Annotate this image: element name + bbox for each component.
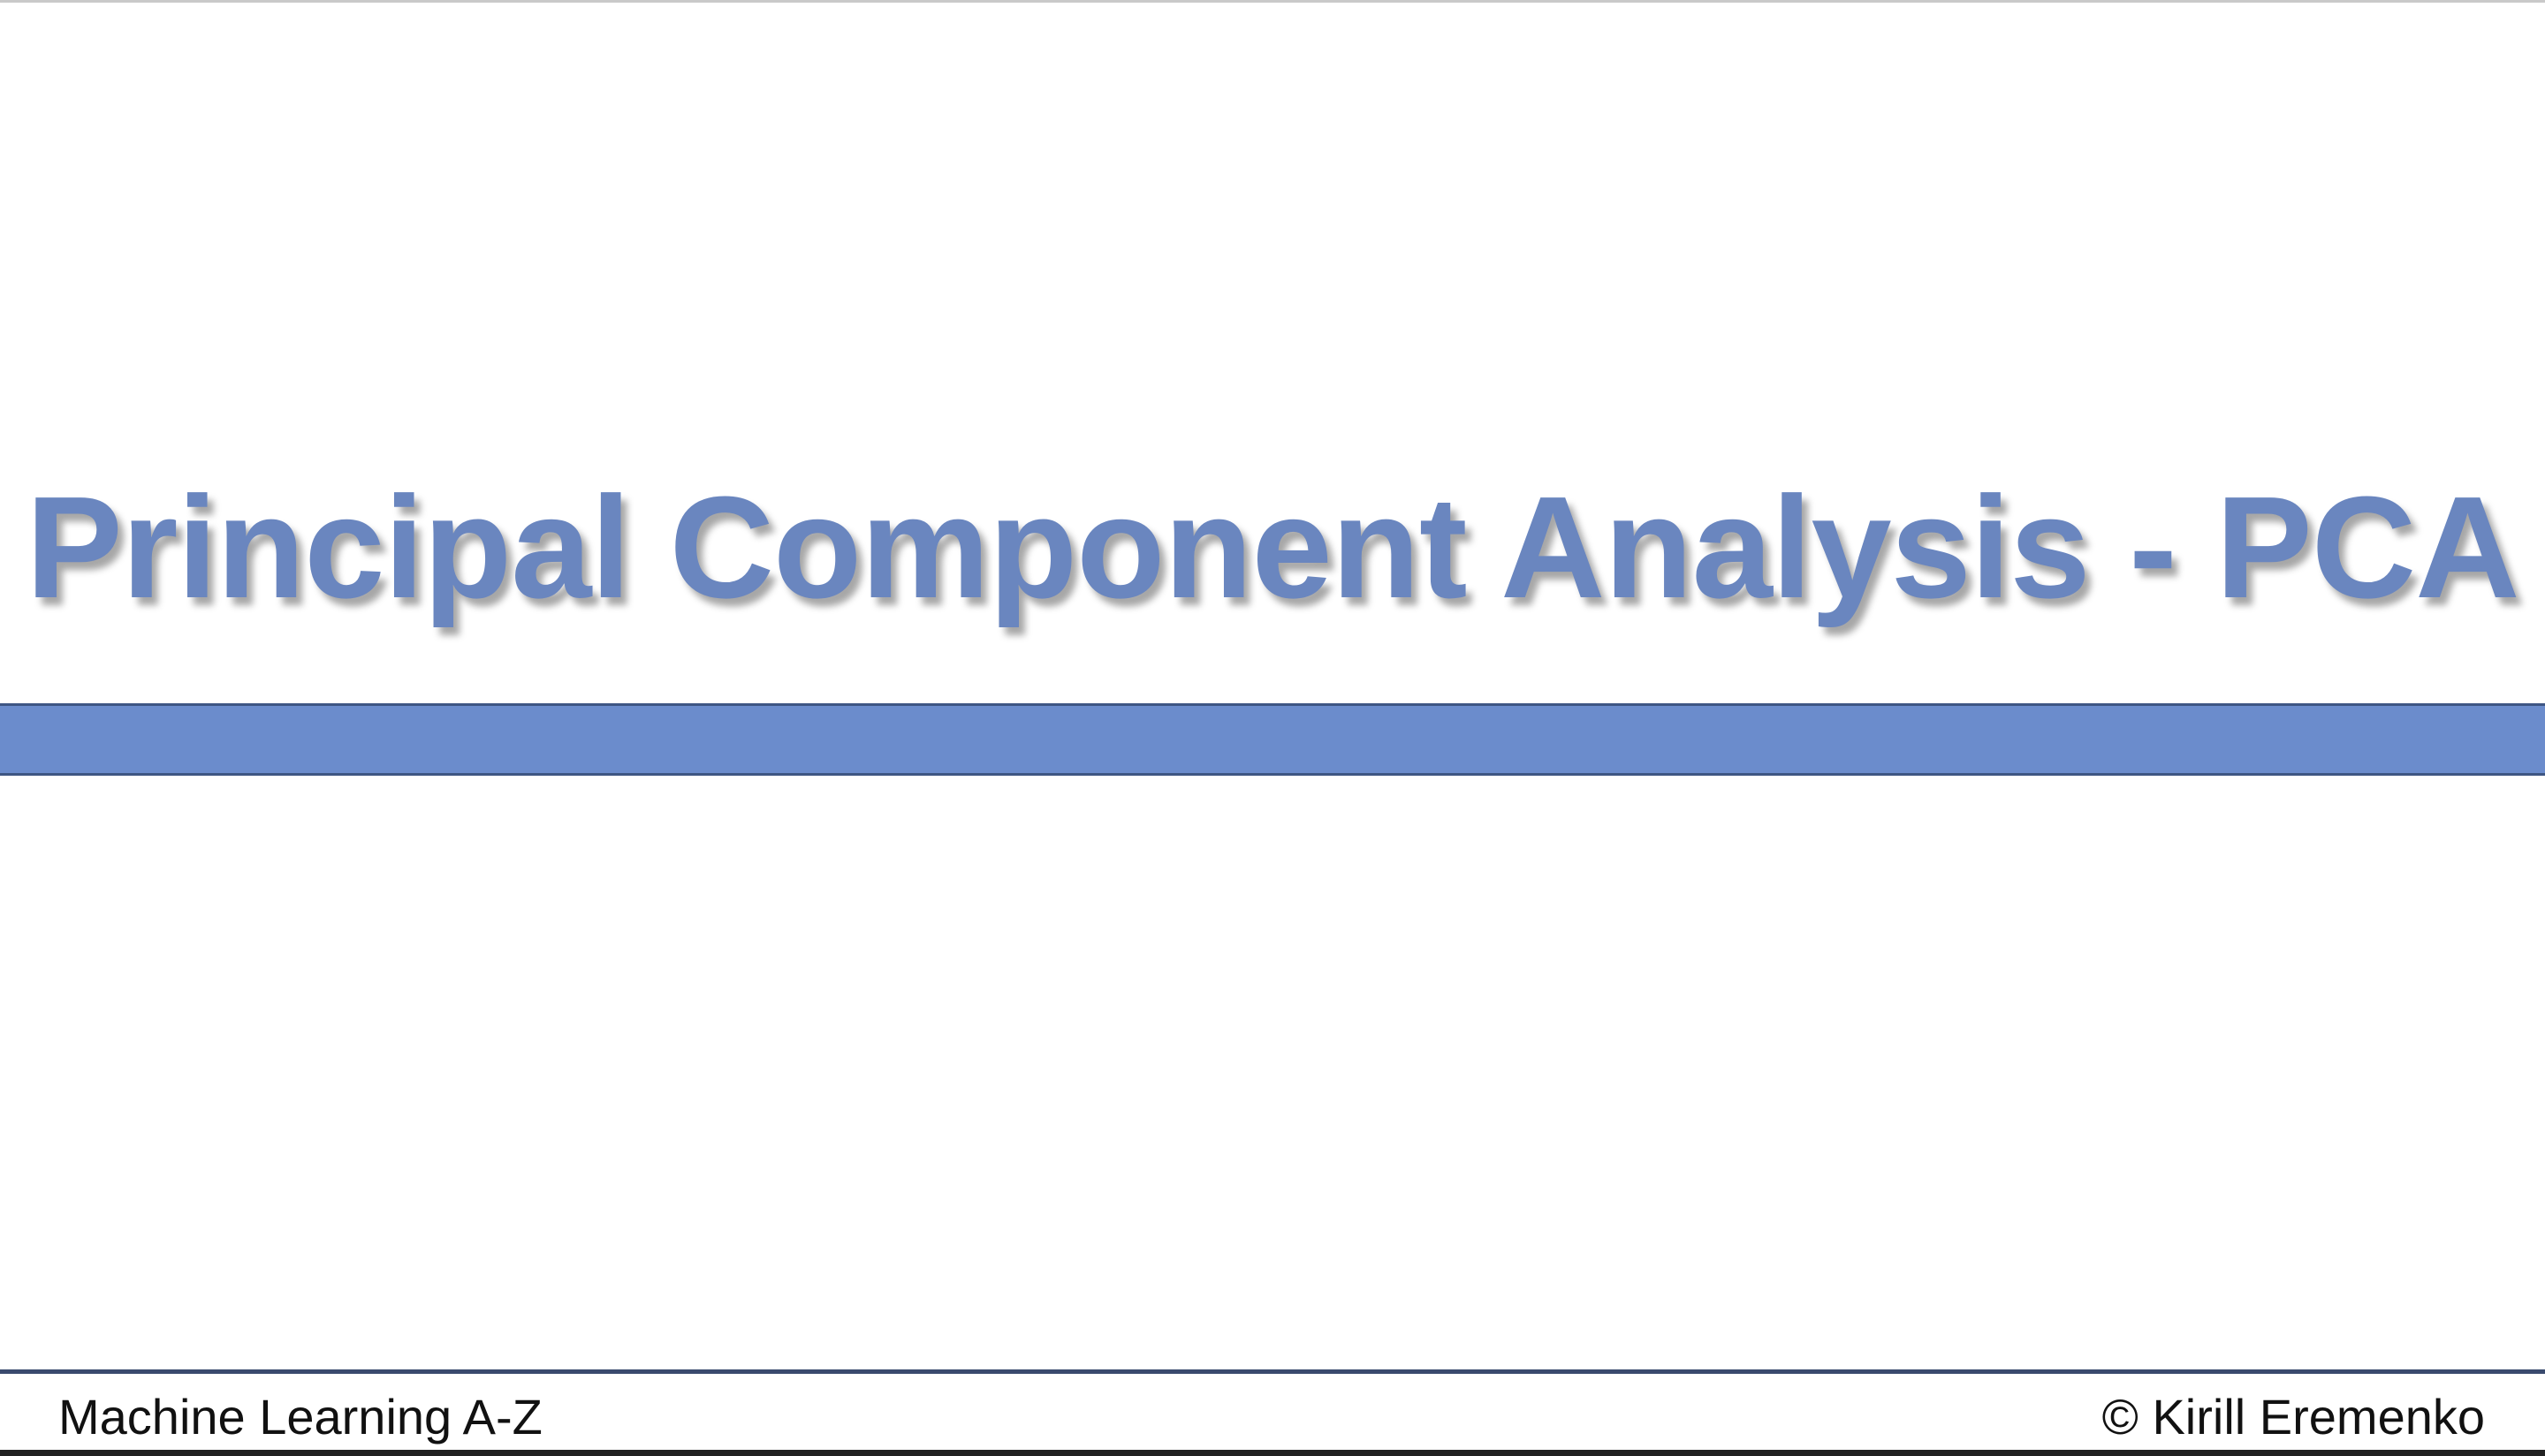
footer-divider <box>0 1369 2545 1374</box>
slide-title: Principal Component Analysis - PCA <box>26 466 2519 628</box>
slide: Principal Component Analysis - PCA Machi… <box>0 0 2545 1456</box>
footer-course-name: Machine Learning A-Z <box>58 1389 543 1445</box>
top-edge-divider <box>0 0 2545 3</box>
bottom-edge-divider <box>0 1450 2545 1456</box>
title-underline-bar <box>0 703 2545 776</box>
footer-copyright: © Kirill Eremenko <box>2101 1389 2485 1445</box>
